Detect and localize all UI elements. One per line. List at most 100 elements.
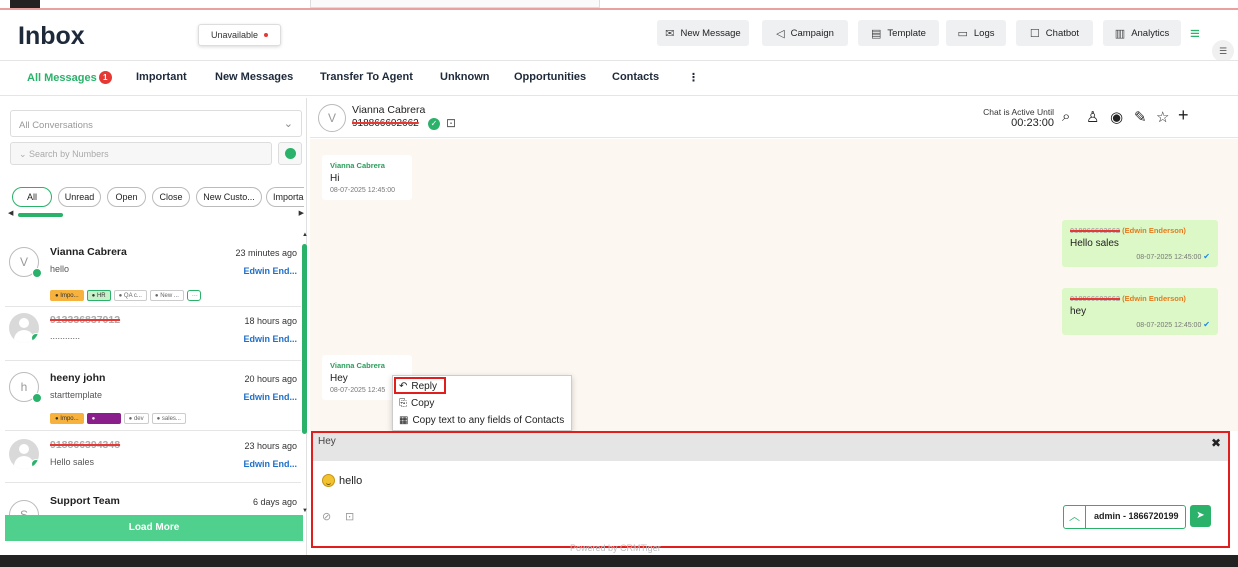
whatsapp-icon — [32, 393, 42, 403]
bottom-strip — [0, 555, 1238, 567]
contact-name: Vianna Cabrera — [352, 104, 426, 116]
conversation-item-support[interactable]: S Support Team 6 days ago — [5, 483, 301, 515]
whatsapp-icon — [31, 459, 39, 469]
conversation-agent[interactable]: Edwin End... — [244, 459, 298, 469]
top-strip — [0, 0, 1238, 10]
analytics-button[interactable]: ▥ Analytics — [1103, 20, 1181, 46]
conversation-item[interactable]: 913336837012 ............ 18 hours ago E… — [5, 307, 301, 361]
contact-phone: 918866602662 — [352, 118, 419, 129]
conversation-item-vianna[interactable]: V Vianna Cabrera hello 23 minutes ago Ed… — [5, 230, 301, 307]
tab-new-messages[interactable]: New Messages — [215, 71, 293, 83]
analytics-icon: ▥ — [1114, 27, 1126, 40]
menu-icon[interactable]: ≡ — [1190, 24, 1200, 44]
conversation-agent[interactable]: Edwin End... — [244, 334, 298, 344]
contact-card-icon[interactable]: ⊡ — [446, 116, 456, 130]
search-input[interactable]: ⌄ Search by Numbers — [10, 142, 272, 165]
new-message-icon: ✉ — [665, 27, 675, 40]
composer-highlight — [311, 431, 1230, 548]
conversation-time: 23 minutes ago — [235, 248, 297, 258]
unread-badge: 1 — [98, 71, 112, 84]
whatsapp-icon — [31, 333, 39, 343]
avatar: S — [9, 500, 39, 515]
tag[interactable]: ● QA c... — [113, 290, 147, 301]
chat-active-label: Chat is Active Until — [983, 107, 1054, 117]
chatbot-icon: ☐ — [1029, 27, 1040, 40]
tag[interactable]: ● Impo... — [50, 413, 84, 424]
conversation-item[interactable]: 918866394348 Hello sales 23 hours ago Ed… — [5, 431, 301, 483]
chip-close[interactable]: Close — [152, 187, 190, 207]
tabs-more-icon[interactable]: ⋮ — [688, 71, 699, 84]
load-more-button[interactable]: Load More — [5, 515, 303, 541]
logs-button[interactable]: ▭ Logs — [946, 20, 1006, 46]
conversation-name: heeny john — [50, 372, 106, 384]
message-incoming[interactable]: Vianna Cabrera Hi 08-07-2025 12:45:00 — [322, 155, 412, 200]
copy-menu-item[interactable]: ⎘ Copy — [399, 398, 434, 409]
chat-active-timer: 00:23:00 — [1011, 117, 1054, 129]
page-title: Inbox — [18, 22, 85, 50]
copy-to-contacts-menu-item[interactable]: ▦ Copy text to any fields of Contacts — [399, 415, 564, 426]
new-message-button[interactable]: ✉ New Message — [657, 20, 749, 46]
conversation-time: 23 hours ago — [244, 441, 297, 451]
copy-icon: ⎘ — [399, 398, 407, 409]
conversation-time: 18 hours ago — [244, 316, 297, 326]
chips-scrollbar[interactable]: ◀ ▶ — [8, 210, 304, 218]
whatsapp-icon — [32, 268, 42, 278]
verified-icon: ✓ — [428, 118, 440, 130]
tab-opportunities[interactable]: Opportunities — [514, 71, 586, 83]
template-button[interactable]: ▤ Template — [858, 20, 939, 46]
conversation-filter-select[interactable]: All Conversations ⌄ — [10, 110, 302, 137]
conversation-agent[interactable]: Edwin End... — [244, 392, 298, 402]
double-check-icon: ✔ — [1203, 252, 1210, 261]
side-menu-toggle-icon[interactable]: ☰ — [1212, 40, 1234, 62]
contact-avatar[interactable]: V — [318, 104, 346, 132]
tag[interactable]: ● New ... — [149, 290, 184, 301]
more-tags-button[interactable]: ··· — [186, 290, 201, 301]
avatar: V — [9, 247, 42, 278]
tag[interactable]: ● sales... — [151, 413, 186, 424]
avatar — [9, 439, 39, 469]
conversation-preview: hello — [50, 264, 70, 274]
add-icon[interactable]: + — [1178, 105, 1189, 126]
campaign-button[interactable]: ◁ Campaign — [762, 20, 848, 46]
conversation-agent[interactable]: Edwin End... — [244, 266, 298, 276]
message-outgoing[interactable]: 918866602662 (Edwin Enderson) hey 08-07-… — [1062, 288, 1218, 335]
status-dot-icon — [264, 33, 269, 37]
chatbot-button[interactable]: ☐ Chatbot — [1016, 20, 1093, 46]
edit-icon[interactable]: ✎ — [1134, 108, 1147, 126]
logs-icon: ▭ — [957, 27, 968, 40]
tab-unknown[interactable]: Unknown — [440, 71, 490, 83]
conversation-time: 6 days ago — [252, 497, 297, 507]
eye-icon[interactable]: ◉ — [1110, 108, 1123, 126]
tag[interactable]: ● dev — [123, 413, 149, 424]
tab-all-messages[interactable]: All Messages 1 — [27, 71, 112, 84]
star-icon[interactable]: ☆ — [1156, 108, 1169, 126]
tag[interactable]: ● Impo... — [50, 290, 84, 301]
tab-transfer-to-agent[interactable]: Transfer To Agent — [320, 71, 413, 83]
conversation-preview: Hello sales — [50, 457, 95, 467]
search-button[interactable] — [278, 142, 302, 165]
double-check-icon: ✔ — [1203, 320, 1210, 329]
chip-open[interactable]: Open — [107, 187, 146, 207]
chevron-down-icon: ⌄ — [283, 118, 293, 130]
conversation-item-heeny[interactable]: h heeny john starttemplate 20 hours ago … — [5, 361, 301, 431]
tag[interactable]: ● — [86, 413, 121, 424]
assign-user-icon[interactable]: ♙ — [1086, 108, 1099, 126]
conversation-name: Vianna Cabrera — [50, 246, 127, 258]
conversation-preview: starttemplate — [50, 390, 103, 400]
conversation-name: 913336837012 — [50, 314, 121, 326]
chip-new-customer[interactable]: New Custo... — [196, 187, 262, 207]
chip-important[interactable]: Importar — [266, 187, 304, 207]
message-outgoing[interactable]: 918866602662 (Edwin Enderson) Hello sale… — [1062, 220, 1218, 267]
availability-label: Unavailable — [210, 30, 259, 40]
search-icon[interactable]: ⌕ — [1062, 108, 1070, 125]
conversation-list: V Vianna Cabrera hello 23 minutes ago Ed… — [5, 230, 307, 515]
chip-unread[interactable]: Unread — [58, 187, 101, 207]
chip-all[interactable]: All — [12, 187, 52, 207]
tab-important[interactable]: Important — [136, 71, 187, 83]
powered-by: Powered by CRMTiger — [570, 543, 661, 553]
availability-dropdown[interactable]: Unavailable — [198, 24, 281, 46]
conversation-scrollbar[interactable]: ▲ ▼ — [302, 232, 308, 514]
tag[interactable]: ● HR — [86, 290, 111, 301]
tab-contacts[interactable]: Contacts — [612, 71, 659, 83]
conversation-time: 20 hours ago — [244, 374, 297, 384]
